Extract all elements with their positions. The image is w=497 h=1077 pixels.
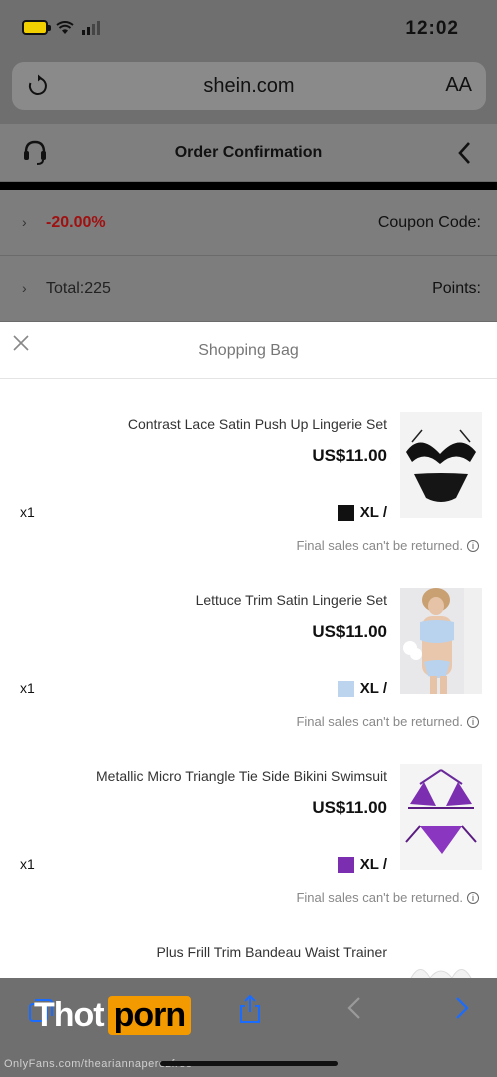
product-image[interactable]	[400, 940, 482, 978]
watermark-logo: Thot porn	[34, 996, 192, 1035]
size-label: XL /	[359, 856, 387, 873]
product-image[interactable]	[400, 764, 482, 870]
product-name[interactable]: Plus Frill Trim Bandeau Waist Trainer	[156, 944, 387, 960]
final-sale-note: Final sales can't be returned. i	[296, 714, 479, 729]
final-sale-note: Final sales can't be returned. i	[296, 890, 479, 905]
points-value: Total:225	[46, 280, 111, 297]
address-bar[interactable]: shein.com AA	[12, 62, 486, 110]
points-row[interactable]: › Total:225 Points:	[0, 256, 497, 322]
color-swatch	[337, 504, 354, 521]
note-text: Final sales can't be returned.	[296, 538, 463, 553]
list-item: Lettuce Trim Satin Lingerie Set US$11.00…	[0, 556, 497, 732]
chevron-icon: ›	[22, 280, 27, 296]
note-text: Final sales can't be returned.	[296, 714, 463, 729]
coupon-value: -20.00%	[46, 214, 106, 231]
sheet-title: Shopping Bag	[198, 342, 299, 359]
product-size[interactable]: XL /	[337, 856, 387, 873]
product-name[interactable]: Metallic Micro Triangle Tie Side Bikini …	[96, 768, 387, 784]
watermark-part2: porn	[107, 996, 192, 1035]
product-size[interactable]: XL /	[337, 680, 387, 697]
product-name[interactable]: Lettuce Trim Satin Lingerie Set	[196, 592, 387, 608]
status-icons	[22, 20, 100, 35]
quantity: x1	[20, 680, 35, 696]
info-icon: i	[467, 891, 479, 904]
shopping-bag-sheet: Shopping Bag Contrast Lace Satin Push Up…	[0, 322, 497, 978]
info-icon: i	[467, 715, 479, 728]
list-item: Metallic Micro Triangle Tie Side Bikini …	[0, 732, 497, 908]
color-swatch	[337, 856, 354, 873]
share-icon[interactable]	[238, 994, 262, 1024]
product-price: US$11.00	[312, 622, 387, 641]
points-label: Points:	[432, 280, 481, 297]
info-icon: i	[467, 539, 479, 552]
browser-address-area: shein.com AA	[0, 56, 497, 124]
color-swatch	[337, 680, 354, 697]
watermark-part1: Thot	[34, 996, 105, 1034]
wifi-icon	[56, 20, 74, 34]
coupon-label: Coupon Code:	[377, 214, 481, 231]
chevron-left-icon[interactable]	[455, 140, 475, 166]
forward-arrow-icon[interactable]	[454, 996, 470, 1020]
back-arrow-icon[interactable]	[346, 996, 362, 1020]
product-image[interactable]	[400, 412, 482, 518]
final-sale-note: Final sales can't be returned. i	[296, 538, 479, 553]
product-name[interactable]: Contrast Lace Satin Push Up Lingerie Set	[128, 416, 387, 432]
status-bar: 12:02	[0, 0, 497, 56]
page-title: Order Confirmation	[174, 144, 323, 161]
quantity: x1	[20, 504, 35, 520]
note-text: Final sales can't be returned.	[296, 890, 463, 905]
product-price: US$11.00	[312, 798, 387, 817]
signal-icon	[82, 20, 100, 35]
battery-icon	[22, 20, 51, 35]
product-image[interactable]	[400, 588, 482, 694]
home-indicator	[160, 1061, 338, 1066]
size-label: XL /	[359, 504, 387, 521]
status-time: 12:02	[405, 18, 459, 39]
domain-text: shein.com	[203, 75, 295, 97]
product-size[interactable]: XL /	[337, 504, 387, 521]
list-item: Plus Frill Trim Bandeau Waist Trainer	[0, 908, 497, 978]
size-label: XL /	[359, 680, 387, 697]
chevron-icon: ›	[22, 214, 27, 230]
coupon-row[interactable]: › -20.00% Coupon Code:	[0, 190, 497, 256]
order-header: Order Confirmation	[0, 124, 497, 182]
quantity: x1	[20, 856, 35, 872]
product-price: US$11.00	[312, 446, 387, 465]
text-size-button[interactable]: AA	[445, 74, 472, 97]
sheet-header: Shopping Bag	[0, 322, 497, 379]
list-item: Contrast Lace Satin Push Up Lingerie Set…	[0, 380, 497, 556]
